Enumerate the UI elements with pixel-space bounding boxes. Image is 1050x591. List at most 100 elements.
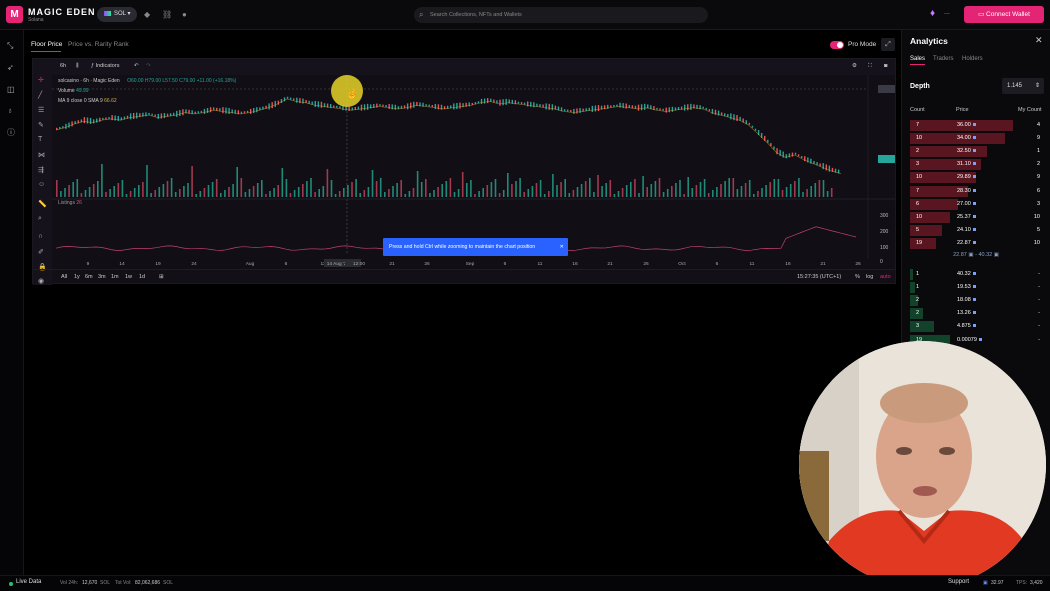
fib-icon[interactable]: ☰	[38, 106, 44, 114]
ethereum-icon[interactable]: ◆	[144, 10, 150, 19]
range-1y[interactable]: 1y	[74, 274, 80, 280]
lock-drawing-icon[interactable]: ✐	[38, 248, 44, 256]
crosshair-icon[interactable]: ✛	[38, 76, 44, 84]
indicators-button[interactable]: ƒ Indicators	[91, 63, 119, 69]
connect-wallet-button[interactable]: ▭ Connect Wallet	[964, 6, 1044, 23]
support-link[interactable]: Support	[948, 579, 969, 585]
volume-bar	[552, 174, 554, 197]
sol-icon	[972, 201, 976, 205]
pro-mode-toggle[interactable]	[830, 41, 844, 49]
clock-readout[interactable]: 15:27:35 (UTC+1)	[797, 274, 841, 280]
redo-icon[interactable]: ↷	[146, 63, 151, 69]
gamepad-icon[interactable]: ◫	[7, 85, 15, 94]
chart-legend: solcasino · 6h · Magic Eden O60.00 H79.0…	[58, 78, 236, 84]
bid-depth-bar	[910, 269, 913, 280]
price-candle	[659, 108, 661, 111]
tab-holders[interactable]: Holders	[962, 56, 983, 62]
range-1d[interactable]: 1d	[139, 274, 145, 280]
range-1m[interactable]: 1m	[111, 274, 119, 280]
pattern-icon[interactable]: ⋈	[38, 151, 45, 159]
volume-bar	[138, 185, 140, 197]
date-range-icon[interactable]: ⊞	[159, 274, 164, 280]
ask-row[interactable]: 7 28.30 6	[910, 185, 1042, 198]
range-1w[interactable]: 1w	[125, 274, 132, 280]
polygon-icon[interactable]: ●	[182, 10, 187, 19]
x-tick-label: 9	[87, 261, 90, 267]
bid-row[interactable]: 1 19.53 -	[910, 281, 1042, 294]
ask-price: 24.10	[957, 227, 976, 233]
price-candle	[662, 108, 664, 111]
fullscreen-icon[interactable]: ⛶	[868, 63, 872, 70]
ruler-icon[interactable]: 📏	[38, 200, 47, 208]
zoom-icon[interactable]: ⌕	[38, 215, 42, 223]
volume-bar	[236, 167, 238, 197]
trend-line-icon[interactable]: ╱	[38, 91, 42, 99]
percent-toggle[interactable]: %	[855, 274, 860, 280]
rewards-icon[interactable]: ♁	[7, 106, 13, 115]
close-analytics-icon[interactable]: ✕	[1035, 35, 1043, 46]
emoji-icon[interactable]: ☺	[38, 181, 45, 188]
brush-icon[interactable]: ✎	[38, 121, 44, 129]
bid-row[interactable]: 2 13.26 -	[910, 307, 1042, 320]
info-icon[interactable]: ⓘ	[7, 127, 15, 138]
settings-gear-icon[interactable]: ⚙	[852, 63, 857, 69]
header-price: Price	[956, 107, 969, 113]
price-candle	[656, 107, 658, 110]
ask-row[interactable]: 2 32.50 1	[910, 145, 1042, 158]
volume-bar	[146, 165, 148, 197]
range-3m[interactable]: 3m	[98, 274, 106, 280]
bid-row[interactable]: 1 40.32 -	[910, 268, 1042, 281]
ask-row[interactable]: 19 22.87 10	[910, 237, 1042, 250]
collapse-chart-button[interactable]: ⤢	[881, 38, 895, 51]
price-candle	[502, 99, 504, 106]
bid-price-value: 40.32	[957, 271, 971, 277]
bid-my-count: -	[1038, 297, 1040, 304]
candle-type-icon[interactable]: ⫼	[76, 63, 79, 70]
price-candle	[379, 104, 381, 107]
tab-sales[interactable]: Sales	[910, 56, 925, 62]
legend-title: solcasino · 6h · Magic Eden	[58, 78, 120, 84]
volume-bar	[425, 179, 427, 197]
bid-row[interactable]: 3 4.875 -	[910, 320, 1042, 333]
volume-bar	[322, 186, 325, 197]
volume-bar	[466, 183, 468, 197]
close-icon[interactable]: ✕	[560, 238, 564, 256]
ask-row[interactable]: 10 25.37 10	[910, 211, 1042, 224]
chain-selector[interactable]: SOL ▾	[97, 7, 137, 22]
live-data-label[interactable]: Live Data	[16, 579, 41, 585]
explore-icon[interactable]: ⤡	[7, 41, 13, 51]
price-candle	[733, 114, 735, 121]
tab-price-vs-rarity[interactable]: Price vs. Rarity Rank	[68, 41, 129, 48]
text-tool-icon[interactable]: T	[38, 136, 42, 143]
bid-row[interactable]: 2 18.08 -	[910, 294, 1042, 307]
brand-name[interactable]: MAGIC EDEN	[28, 7, 96, 17]
ask-row[interactable]: 5 24.10 5	[910, 224, 1042, 237]
link-icon[interactable]: ⛓	[162, 10, 172, 19]
ask-row[interactable]: 10 34.00 9	[910, 132, 1042, 145]
magnet-icon[interactable]: ∩	[38, 233, 43, 240]
volume-bar	[113, 186, 115, 197]
price-candle	[203, 108, 206, 114]
range-6m[interactable]: 6m	[85, 274, 93, 280]
ask-row[interactable]: 7 36.00 4	[910, 119, 1042, 132]
interval-selector[interactable]: 6h	[60, 63, 66, 69]
more-menu-icon[interactable]: ...	[944, 9, 950, 16]
tab-floor-price[interactable]: Floor Price	[31, 41, 62, 48]
search-input[interactable]: ⌕ Search Collections, NFTs and Wallets	[414, 7, 708, 23]
ask-row[interactable]: 3 31.10 2	[910, 158, 1042, 171]
ask-row[interactable]: 6 27.00 3	[910, 198, 1042, 211]
ask-row[interactable]: 10 29.89 9	[910, 171, 1042, 184]
magic-eden-logo[interactable]: M	[6, 6, 23, 23]
auto-toggle[interactable]: auto	[880, 274, 891, 280]
depth-select[interactable]: 1.145 ⇕	[1002, 78, 1044, 94]
diamond-rewards-icon[interactable]: ♦	[930, 8, 935, 19]
camera-icon[interactable]: ◙	[884, 63, 887, 69]
range-all[interactable]: All	[61, 274, 67, 280]
depth-value: 1.145	[1007, 83, 1023, 89]
undo-icon[interactable]: ↶	[134, 63, 139, 69]
launchpad-icon[interactable]: ➶	[7, 63, 14, 72]
log-toggle[interactable]: log	[866, 274, 873, 280]
price-candle	[431, 105, 433, 108]
forecast-icon[interactable]: ⇶	[38, 166, 44, 174]
tab-traders[interactable]: Traders	[933, 56, 953, 62]
